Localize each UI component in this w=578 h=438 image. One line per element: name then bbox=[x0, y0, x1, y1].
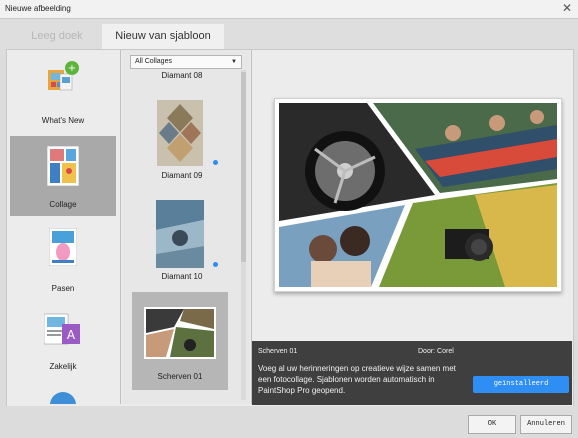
template-thumbnail-diamant-09[interactable] bbox=[157, 100, 203, 166]
category-label: Collage bbox=[49, 200, 77, 209]
tab-leeg-doek[interactable]: Leeg doek bbox=[18, 24, 96, 49]
whats-new-icon: + bbox=[48, 61, 79, 91]
new-badge-icon bbox=[213, 262, 218, 267]
template-label: Diamant 10 bbox=[161, 272, 203, 281]
template-thumbnail-diamant-10[interactable] bbox=[156, 200, 204, 268]
template-list: All Collages ▼ Diamant 08 Diamant 09 Dia… bbox=[122, 50, 250, 404]
cancel-button[interactable]: Annuleren bbox=[520, 415, 572, 434]
close-icon[interactable]: ✕ bbox=[562, 1, 572, 15]
template-label: Diamant 08 bbox=[161, 71, 203, 80]
collage-filter-select[interactable]: All Collages ▼ bbox=[130, 55, 242, 69]
template-preview bbox=[274, 98, 562, 292]
template-description: Voeg al uw herinneringen op creatieve wi… bbox=[258, 364, 456, 395]
chevron-down-icon: ▼ bbox=[231, 59, 237, 65]
more-categories-icon[interactable] bbox=[48, 390, 78, 404]
business-icon: A bbox=[44, 313, 80, 345]
category-label: Pasen bbox=[51, 284, 75, 293]
ok-button[interactable]: OK bbox=[468, 415, 516, 434]
installed-button[interactable]: geïnstalleerd bbox=[473, 376, 569, 393]
template-thumbnail-scherven-01[interactable] bbox=[144, 307, 216, 359]
dialog-footer: OK Annuleren bbox=[0, 406, 578, 438]
new-badge-icon bbox=[213, 160, 218, 165]
template-label: Scherven 01 bbox=[157, 372, 203, 381]
template-name: Scherven 01 bbox=[258, 348, 298, 355]
window-title: Nieuwe afbeelding bbox=[5, 4, 71, 13]
category-panel: + What's New Collage Pasen A Zakelijk bbox=[8, 50, 120, 404]
collage-preview-image bbox=[275, 99, 561, 291]
title-bar: Nieuwe afbeelding ✕ bbox=[0, 0, 578, 19]
category-label: What's New bbox=[41, 116, 85, 125]
scrollbar-thumb[interactable] bbox=[241, 72, 246, 262]
easter-icon bbox=[49, 228, 77, 266]
category-whats-new[interactable]: + What's New bbox=[10, 54, 116, 134]
template-author: Door: Corel bbox=[418, 348, 454, 355]
category-collage[interactable]: Collage bbox=[10, 136, 116, 216]
category-zakelijk[interactable]: A Zakelijk bbox=[10, 302, 116, 382]
collage-filter-value: All Collages bbox=[135, 58, 172, 65]
template-label: Diamant 09 bbox=[161, 171, 203, 180]
category-pasen[interactable]: Pasen bbox=[10, 222, 116, 302]
svg-text:+: + bbox=[68, 63, 76, 74]
divider bbox=[120, 50, 121, 404]
category-label: Zakelijk bbox=[49, 362, 77, 371]
svg-text:A: A bbox=[67, 328, 76, 342]
template-info-panel: Scherven 01 Door: Corel Voeg al uw herin… bbox=[252, 341, 572, 405]
tab-bar: Leeg doek Nieuw van sjabloon bbox=[0, 19, 578, 49]
tab-nieuw-van-sjabloon[interactable]: Nieuw van sjabloon bbox=[102, 24, 224, 49]
collage-icon bbox=[47, 146, 79, 186]
